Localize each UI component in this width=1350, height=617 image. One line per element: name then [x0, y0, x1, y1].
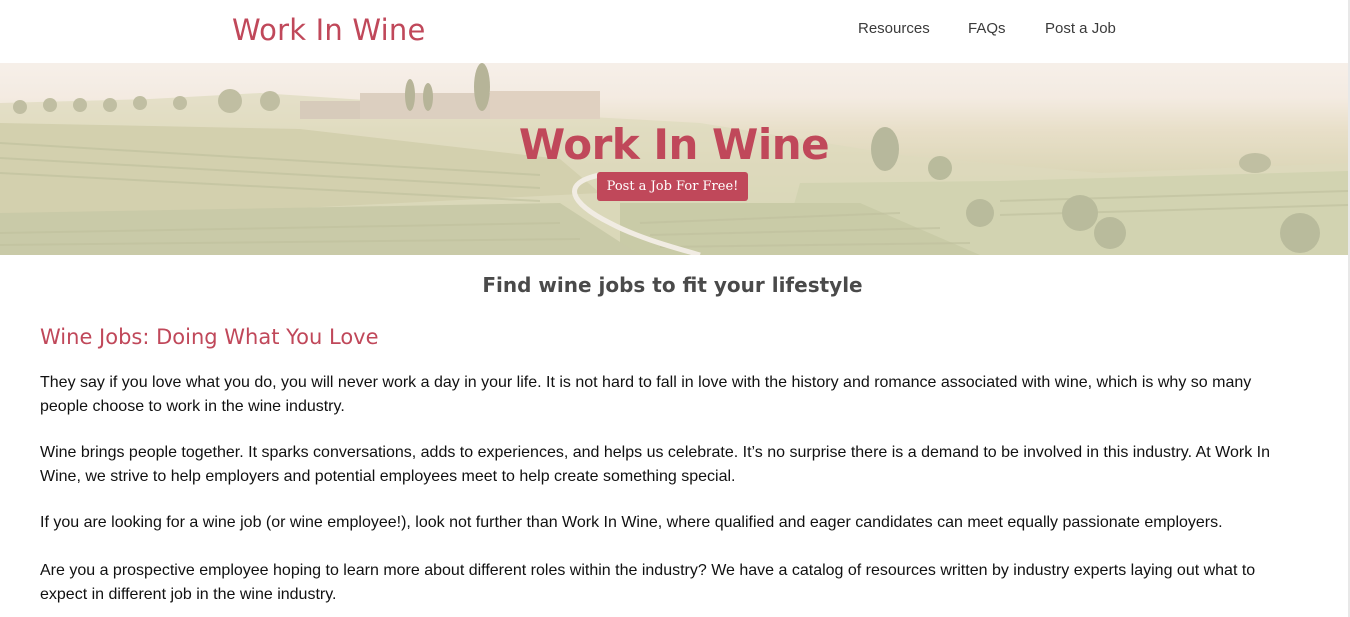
nav-faqs[interactable]: FAQs — [968, 19, 1006, 39]
main-nav: Resources FAQs Post a Job — [0, 19, 1350, 39]
site-header: Work In Wine Resources FAQs Post a Job — [0, 0, 1350, 63]
intro-paragraph-3: If you are looking for a wine job (or wi… — [40, 514, 1223, 531]
hero-title: Work In Wine — [518, 120, 830, 169]
hero-banner: Work In Wine Post a Job For Free! — [0, 63, 1348, 255]
nav-post-a-job[interactable]: Post a Job — [1045, 19, 1116, 39]
nav-resources[interactable]: Resources — [858, 19, 930, 39]
page-tagline: Find wine jobs to fit your lifestyle — [482, 273, 863, 297]
post-job-free-button[interactable]: Post a Job For Free! — [597, 172, 748, 201]
intro-paragraph-4: Are you a prospective employee hoping to… — [40, 562, 1256, 603]
section-heading: Wine Jobs: Doing What You Love — [40, 325, 379, 349]
intro-paragraph-2: Wine brings people together. It sparks c… — [40, 444, 1271, 485]
intro-paragraph-1: They say if you love what you do, you wi… — [40, 374, 1252, 415]
